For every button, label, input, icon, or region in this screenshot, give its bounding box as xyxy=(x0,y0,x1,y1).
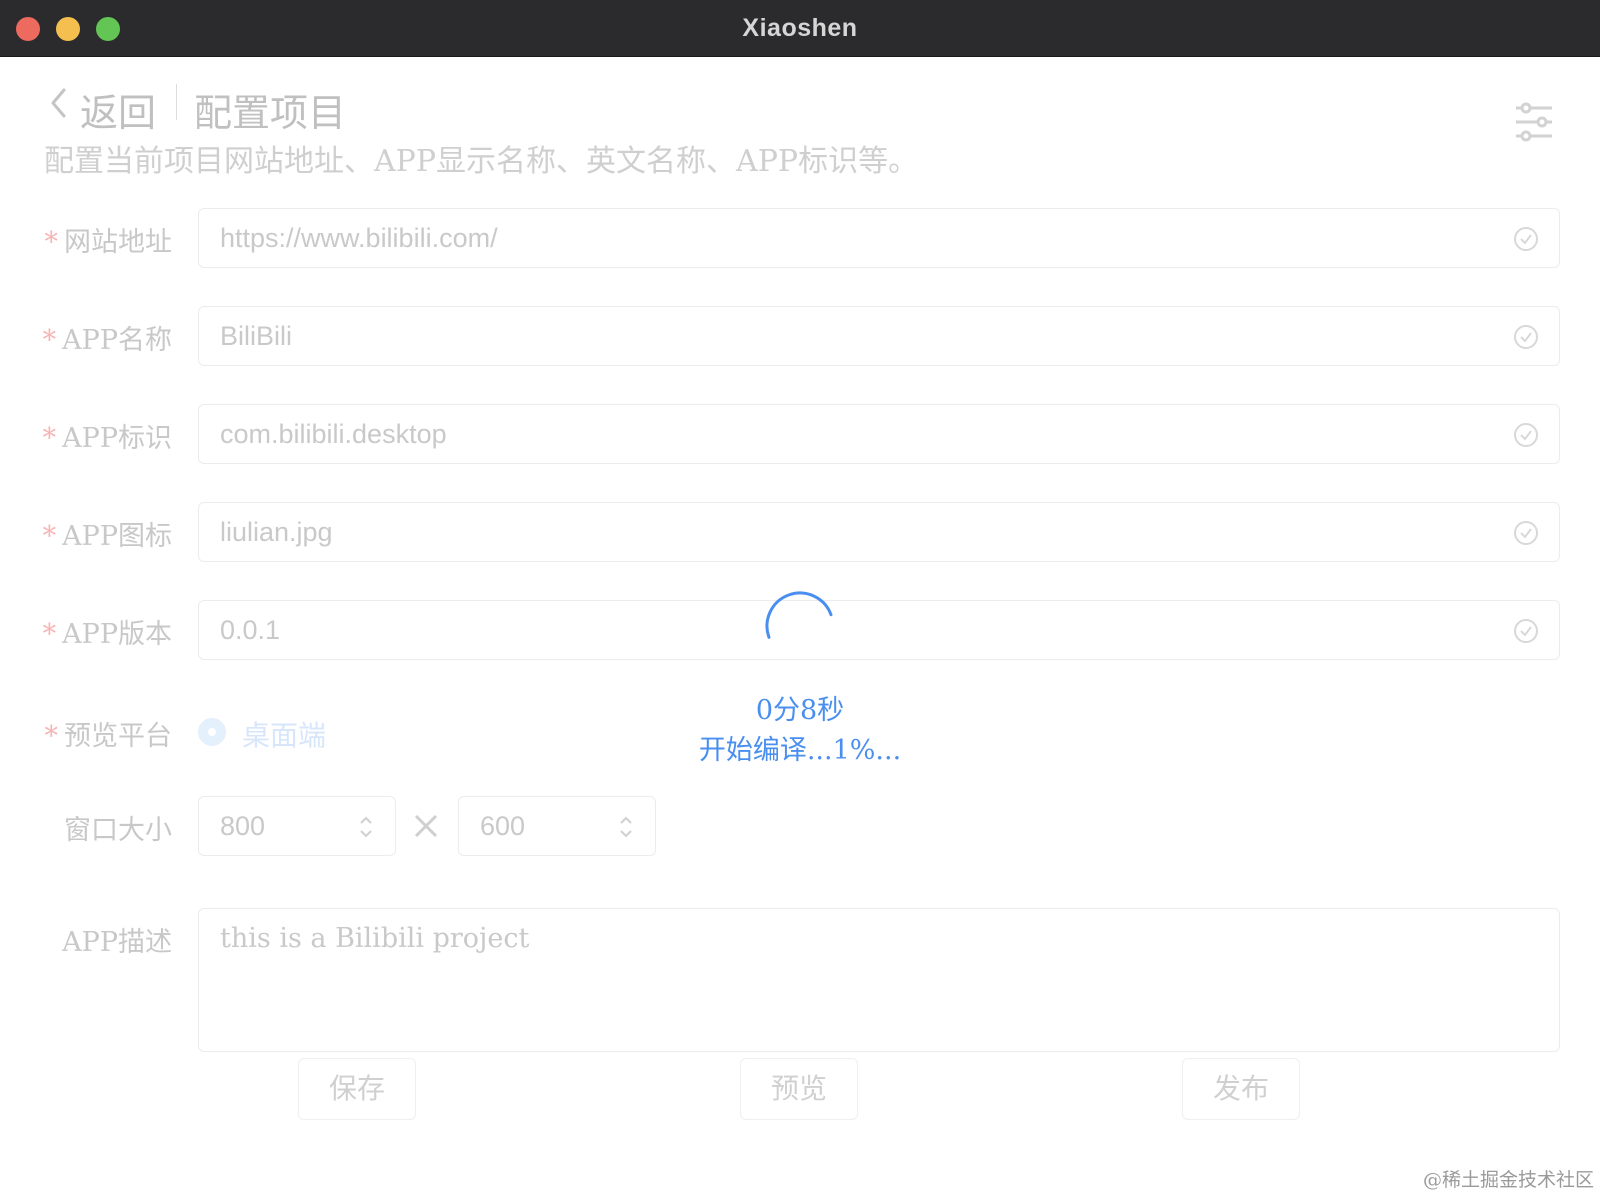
app-name-input[interactable]: BiliBili xyxy=(198,306,1560,366)
radio-selected-dot xyxy=(208,728,216,736)
window-size-label: 窗口大小 xyxy=(64,815,172,846)
app-name-input-value: BiliBili xyxy=(220,321,293,351)
stepper-arrows-icon[interactable] xyxy=(619,813,633,841)
app-icon-input-value: liulian.jpg xyxy=(220,517,333,547)
window-width-input[interactable]: 800 xyxy=(198,796,396,856)
description-label: APP描述 xyxy=(62,927,172,958)
description-value: this is a Bilibili project xyxy=(220,923,530,954)
app-id-label: * APP标识 xyxy=(42,423,172,454)
app-version-label: * APP版本 xyxy=(42,619,172,650)
website-input-value: https://www.bilibili.com/ xyxy=(220,223,498,253)
description-textarea[interactable]: this is a Bilibili project xyxy=(198,908,1560,1052)
check-circle-icon xyxy=(1514,227,1538,251)
preview-button[interactable]: 预览 xyxy=(740,1058,858,1120)
header-divider xyxy=(176,84,177,120)
app-id-input[interactable]: com.bilibili.desktop xyxy=(198,404,1560,464)
page-subtitle: 配置当前项目网站地址、APP显示名称、英文名称、APP标识等。 xyxy=(44,144,919,179)
spinner-icon xyxy=(765,591,833,639)
app-icon-input[interactable]: liulian.jpg xyxy=(198,502,1560,562)
check-circle-icon xyxy=(1514,325,1538,349)
loading-message: 开始编译...1%... xyxy=(698,735,902,766)
website-input[interactable]: https://www.bilibili.com/ xyxy=(198,208,1560,268)
app-name-label: * APP名称 xyxy=(42,325,172,356)
app-version-input[interactable]: 0.0.1 xyxy=(198,600,1560,660)
window-height-value: 600 xyxy=(480,811,526,841)
times-icon xyxy=(414,814,438,838)
window-height-input[interactable]: 600 xyxy=(458,796,656,856)
page-title: 配置项目 xyxy=(194,91,347,135)
app-icon-label: * APP图标 xyxy=(42,521,172,552)
app-version-input-value: 0.0.1 xyxy=(220,615,281,645)
form-row-description: APP描述 this is a Bilibili project xyxy=(0,908,1600,1052)
check-circle-icon xyxy=(1514,423,1538,447)
form-row-window-size: 窗口大小 800 600 xyxy=(0,796,1600,856)
app-window: Xiaoshen 返回 配置项目 配置当前项目网站地址、APP显示名称、英文名称… xyxy=(0,0,1600,1200)
website-label: * 网站地址 xyxy=(44,227,173,258)
platform-option-label[interactable]: 桌面端 xyxy=(242,714,326,754)
check-circle-icon xyxy=(1514,521,1538,545)
title-bar[interactable]: Xiaoshen xyxy=(0,0,1600,57)
back-chevron-icon xyxy=(51,88,66,118)
check-circle-icon xyxy=(1514,619,1538,643)
radio-button[interactable] xyxy=(198,718,226,746)
save-button[interactable]: 保存 xyxy=(298,1058,416,1120)
platform-label: * 预览平台 xyxy=(44,721,173,752)
back-label[interactable]: 返回 xyxy=(80,82,156,137)
window-title: Xiaoshen xyxy=(742,14,858,42)
settings-sliders-icon[interactable] xyxy=(1512,100,1556,144)
window-width-value: 800 xyxy=(220,811,266,841)
app-id-input-value: com.bilibili.desktop xyxy=(220,419,447,449)
loading-elapsed-time: 0分8秒 xyxy=(755,695,845,726)
stepper-arrows-icon[interactable] xyxy=(359,813,373,841)
watermark: @稀土掘金技术社区 xyxy=(1422,1169,1594,1191)
publish-button[interactable]: 发布 xyxy=(1182,1058,1300,1120)
